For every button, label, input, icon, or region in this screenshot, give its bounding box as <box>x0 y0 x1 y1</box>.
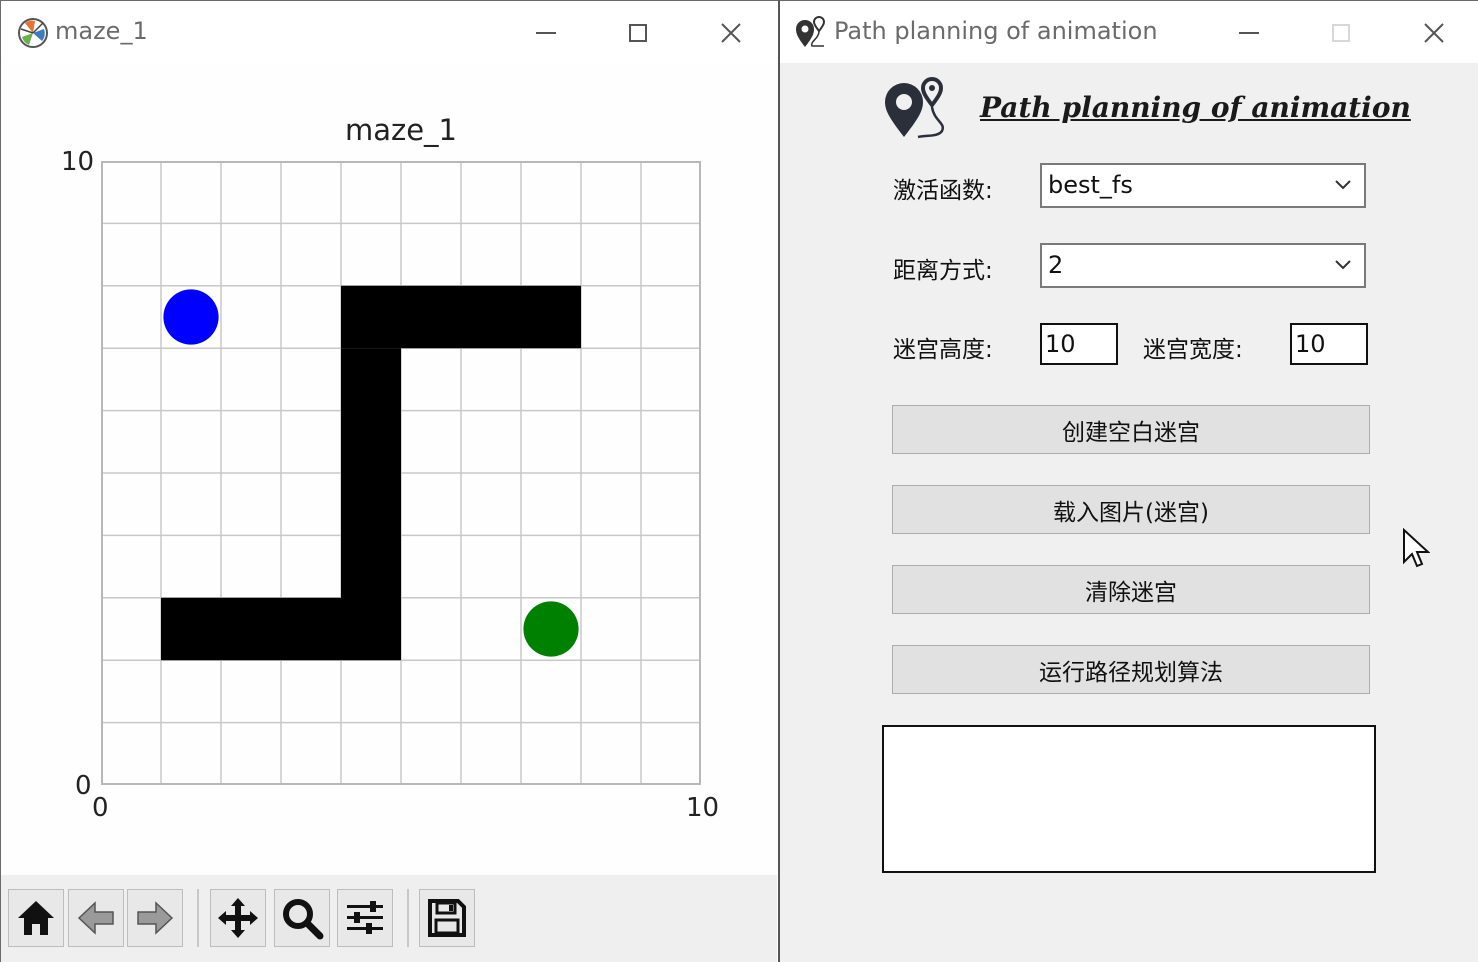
goal-point <box>523 601 579 657</box>
maze-width-label: 迷宫宽度: <box>1143 337 1243 363</box>
maze-height-label: 迷宫高度: <box>893 337 993 363</box>
pan-icon <box>218 898 258 938</box>
maximize-button[interactable] <box>616 13 660 53</box>
maximize-button <box>1319 13 1363 53</box>
output-text-area[interactable] <box>882 725 1376 873</box>
configure-subplots-button[interactable] <box>337 889 393 947</box>
toolbar-separator <box>197 889 199 947</box>
x-tick-max: 10 <box>686 793 720 823</box>
location-pins-icon <box>794 15 828 53</box>
title-bar: maze_1 <box>1 1 778 63</box>
minimize-icon <box>536 32 556 34</box>
save-icon <box>428 899 466 937</box>
zoom-button[interactable] <box>274 889 330 947</box>
minimize-icon <box>1239 32 1259 34</box>
maze-wall <box>341 348 401 661</box>
maze-axes <box>101 161 701 785</box>
title-bar: Path planning of animation <box>780 1 1478 63</box>
zoom-icon <box>283 899 324 940</box>
heuristic-select[interactable]: best_fs <box>1040 163 1366 208</box>
window-title: Path planning of animation <box>834 17 1158 45</box>
mouse-cursor-icon <box>1402 527 1431 574</box>
home-button[interactable] <box>8 889 64 947</box>
distance-select[interactable]: 2 <box>1040 243 1366 288</box>
minimize-button[interactable] <box>1227 13 1271 53</box>
load-image-maze-button[interactable]: 载入图片(迷宫) <box>892 485 1370 534</box>
x-tick-min: 0 <box>92 793 109 823</box>
app-title: Path planning of animation <box>980 91 1411 124</box>
heuristic-select-value: best_fs <box>1048 171 1133 199</box>
back-button[interactable] <box>68 889 124 947</box>
maze-wall <box>341 285 581 349</box>
y-tick-max: 10 <box>61 147 95 177</box>
back-arrow-icon <box>77 901 114 935</box>
maze-wall <box>161 597 341 661</box>
create-blank-maze-button[interactable]: 创建空白迷宫 <box>892 405 1370 454</box>
forward-arrow-icon <box>137 901 174 935</box>
navigation-toolbar <box>1 875 777 962</box>
maze-height-input[interactable]: 10 <box>1040 323 1118 365</box>
chevron-down-icon <box>1335 180 1351 190</box>
maximize-icon <box>1332 24 1350 42</box>
maze-figure-window: maze_1 maze_1 10 0 0 10 <box>0 0 778 962</box>
plot-title: maze_1 <box>344 113 458 147</box>
plot-canvas[interactable]: maze_1 10 0 0 10 <box>1 63 777 875</box>
path-planning-window: Path planning of animation Path planning… <box>778 0 1478 962</box>
close-icon <box>1424 23 1444 43</box>
distance-select-value: 2 <box>1048 251 1064 279</box>
chevron-down-icon <box>1335 260 1351 270</box>
heuristic-label: 激活函数: <box>893 178 993 204</box>
start-point <box>163 289 219 345</box>
close-icon <box>721 23 741 43</box>
close-button[interactable] <box>709 13 753 53</box>
configure-subplots-icon <box>347 901 383 934</box>
pan-button[interactable] <box>210 889 266 947</box>
forward-button[interactable] <box>127 889 183 947</box>
app-logo-icon <box>882 75 950 145</box>
home-icon <box>18 901 54 935</box>
toolbar-separator <box>407 889 409 947</box>
clear-maze-button[interactable]: 清除迷宫 <box>892 565 1370 614</box>
maximize-icon <box>629 24 647 42</box>
maze-width-input[interactable]: 10 <box>1290 323 1368 365</box>
run-path-planning-button[interactable]: 运行路径规划算法 <box>892 645 1370 694</box>
distance-label: 距离方式: <box>893 258 993 284</box>
window-title: maze_1 <box>55 17 148 45</box>
close-button[interactable] <box>1412 13 1456 53</box>
save-button[interactable] <box>419 889 475 947</box>
y-tick-min: 0 <box>75 771 92 801</box>
matplotlib-logo-icon <box>17 17 49 53</box>
minimize-button[interactable] <box>524 13 568 53</box>
